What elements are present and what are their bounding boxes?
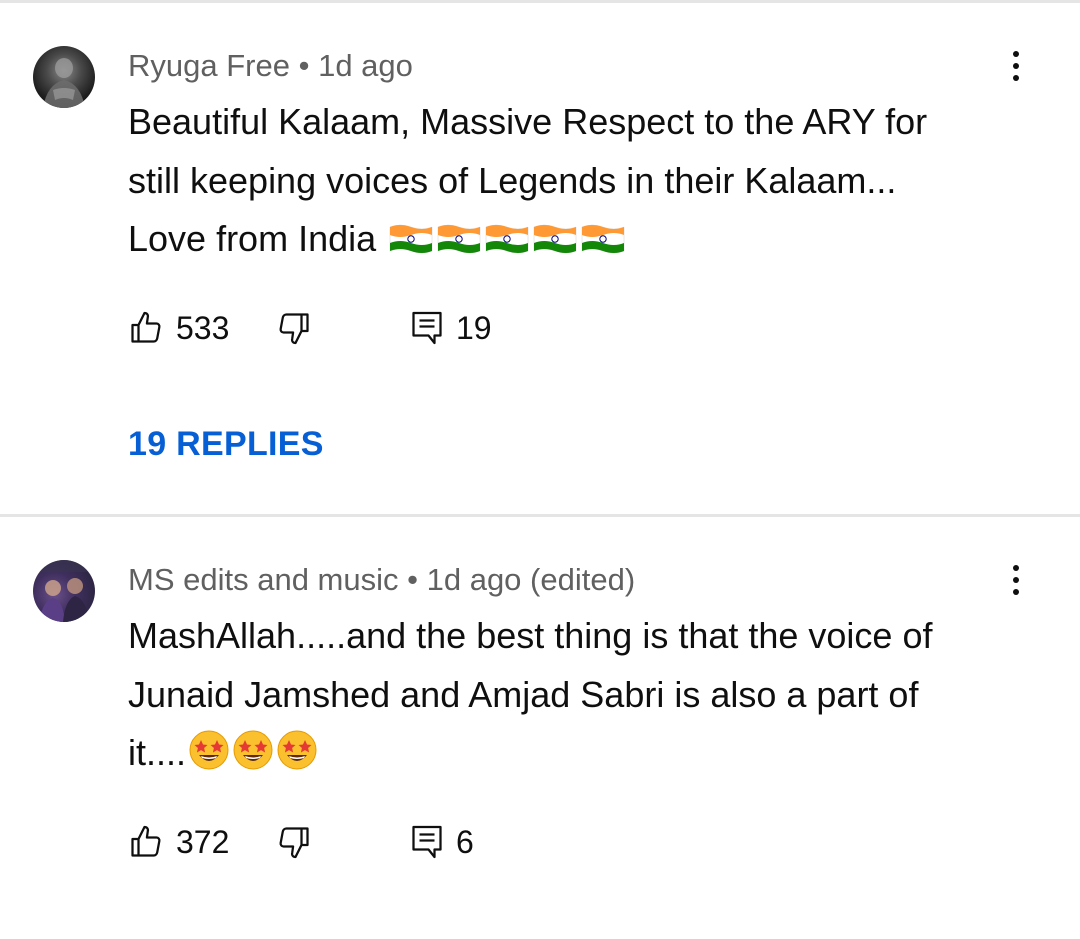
author-name[interactable]: MS edits and music bbox=[128, 562, 399, 597]
top-divider bbox=[0, 0, 1080, 3]
meta-separator: • bbox=[298, 48, 310, 83]
avatar-image bbox=[43, 58, 85, 108]
comment-text: MashAllah.....and the best thing is that… bbox=[128, 607, 1048, 783]
thumbs-down-icon bbox=[279, 313, 309, 345]
comment-meta: MS edits and music • 1d ago (edited) bbox=[128, 560, 635, 600]
indian-flag-emoji-icon bbox=[386, 218, 626, 259]
more-options-button[interactable] bbox=[1000, 44, 1032, 88]
star-struck-emoji-icon bbox=[186, 730, 318, 773]
comment-line: it.... bbox=[128, 724, 1048, 783]
reply-count: 6 bbox=[456, 823, 474, 860]
comment-line: Beautiful Kalaam, Massive Respect to the… bbox=[128, 101, 928, 142]
reply-count: 19 bbox=[456, 309, 492, 346]
view-replies-button[interactable]: 19 REPLIES bbox=[128, 424, 324, 464]
thumbs-up-icon bbox=[131, 311, 161, 343]
more-vert-icon bbox=[1013, 51, 1019, 57]
comment-icon bbox=[412, 825, 442, 859]
comment-meta: Ryuga Free • 1d ago bbox=[128, 46, 413, 86]
dislike-button[interactable] bbox=[276, 306, 312, 350]
comment-time: 1d ago (edited) bbox=[426, 562, 636, 597]
avatar-image bbox=[33, 560, 95, 622]
avatar[interactable] bbox=[33, 46, 95, 108]
comment-time: 1d ago bbox=[318, 48, 413, 83]
meta-separator: • bbox=[407, 562, 418, 597]
like-count: 372 bbox=[176, 823, 230, 860]
dislike-button[interactable] bbox=[276, 820, 312, 864]
comment-divider bbox=[0, 514, 1080, 517]
more-options-button[interactable] bbox=[1000, 558, 1032, 602]
avatar[interactable] bbox=[33, 560, 95, 622]
thumbs-down-icon bbox=[279, 827, 309, 859]
like-count: 533 bbox=[176, 309, 230, 346]
more-vert-icon bbox=[1013, 565, 1019, 571]
comment-icon bbox=[412, 311, 442, 345]
comment-text: Beautiful Kalaam, Massive Respect to the… bbox=[128, 93, 1048, 269]
reply-button[interactable]: 6 bbox=[410, 820, 474, 864]
thumbs-up-icon bbox=[131, 825, 161, 857]
author-name[interactable]: Ryuga Free bbox=[128, 48, 290, 83]
like-button[interactable]: 372 bbox=[128, 820, 229, 864]
like-button[interactable]: 533 bbox=[128, 306, 229, 350]
comment-line: Junaid Jamshed and Amjad Sabri is also a… bbox=[128, 673, 919, 715]
comment-line: Love from India bbox=[128, 210, 1048, 269]
reply-button[interactable]: 19 bbox=[410, 306, 492, 350]
comment-line: MashAllah.....and the best thing is that… bbox=[128, 615, 933, 656]
comment-line: still keeping voices of Legends in their… bbox=[128, 159, 897, 201]
